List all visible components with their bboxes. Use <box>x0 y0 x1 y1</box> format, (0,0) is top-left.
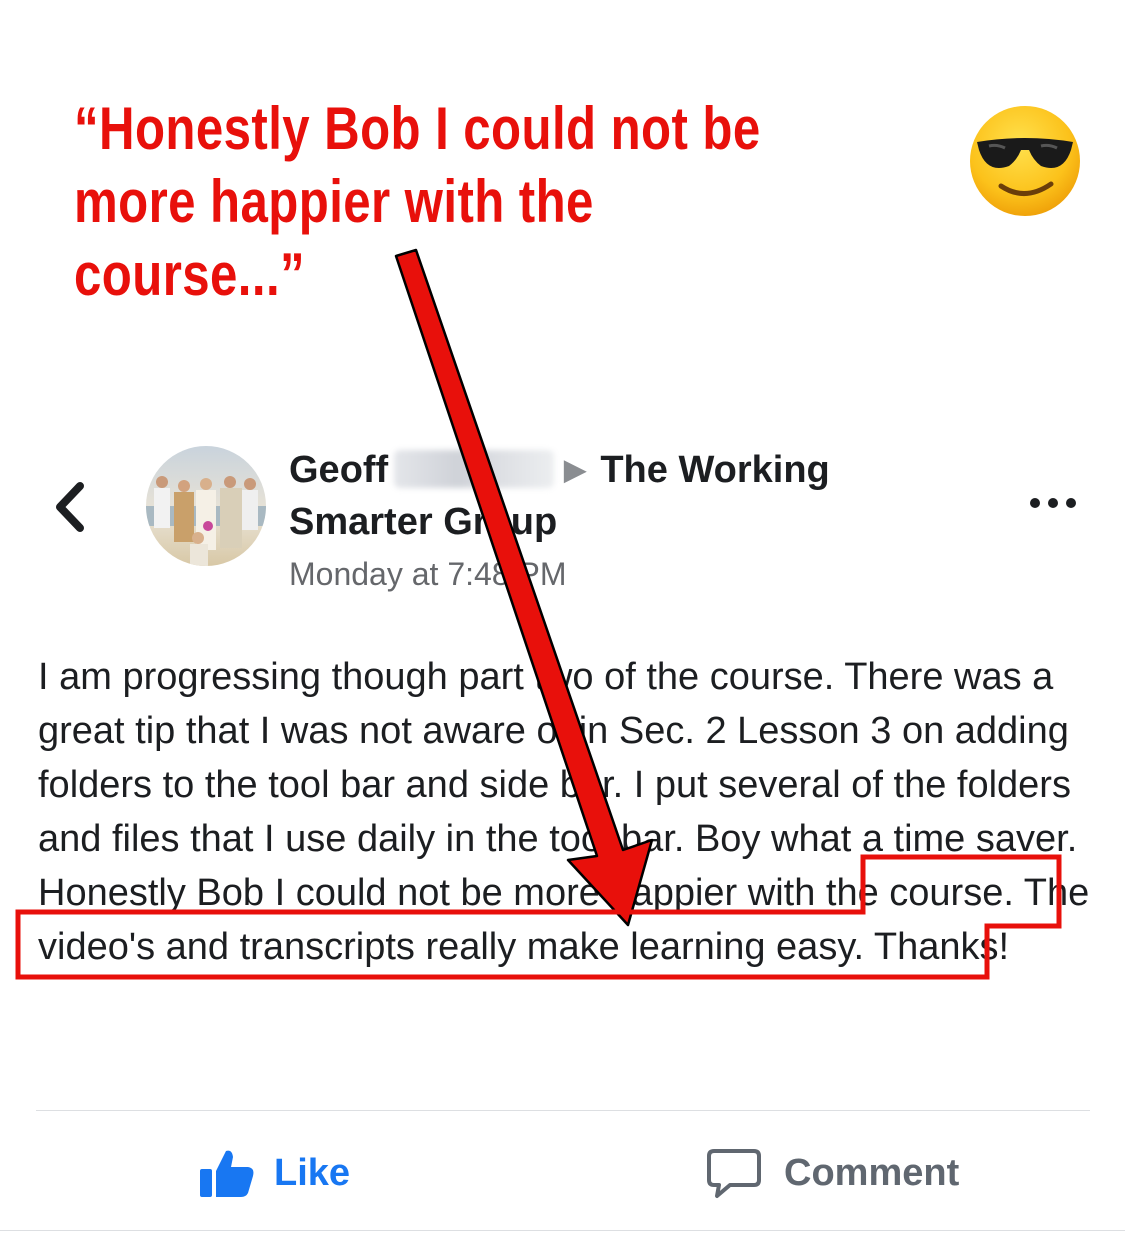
group-name-line2[interactable]: Smarter Group <box>289 496 929 548</box>
author-name[interactable]: Geoff <box>289 449 388 491</box>
more-options-button[interactable] <box>1024 488 1082 518</box>
annotation-quote-line2: more happier with the course...” <box>74 168 594 308</box>
like-button[interactable]: Like <box>198 1138 350 1208</box>
like-label: Like <box>274 1151 351 1194</box>
author-line: Geoff ▶ The Working <box>289 444 929 496</box>
annotation-quote-line1: “Honestly Bob I could not be <box>74 95 761 162</box>
avatar-photo <box>146 446 266 566</box>
actions-divider <box>36 1110 1090 1111</box>
back-button[interactable] <box>48 478 96 536</box>
sunglasses-emoji-icon <box>970 106 1080 216</box>
post-timestamp[interactable]: Monday at 7:48 PM <box>289 556 929 593</box>
annotation-quote: “Honestly Bob I could not be more happie… <box>74 92 779 311</box>
post-body: I am progressing though part two of the … <box>38 650 1098 974</box>
caret-right-icon: ▶ <box>564 454 586 485</box>
author-avatar[interactable] <box>146 446 266 566</box>
comment-bubble-icon <box>707 1149 761 1198</box>
more-options-icon <box>1030 498 1076 508</box>
post-header: Geoff ▶ The Working Smarter Group Monday … <box>289 444 929 593</box>
post-text-highlight: Honestly Bob I could not be more happier… <box>38 872 1014 914</box>
blurred-surname <box>394 450 555 488</box>
thumbs-up-icon <box>200 1150 254 1197</box>
chevron-left-icon <box>56 482 84 532</box>
comment-label: Comment <box>784 1151 960 1194</box>
group-name[interactable]: The Working <box>600 449 829 491</box>
bottom-divider <box>0 1230 1125 1231</box>
post-text-before: I am progressing though part two of the … <box>38 656 1078 860</box>
comment-button[interactable]: Comment <box>706 1138 959 1208</box>
